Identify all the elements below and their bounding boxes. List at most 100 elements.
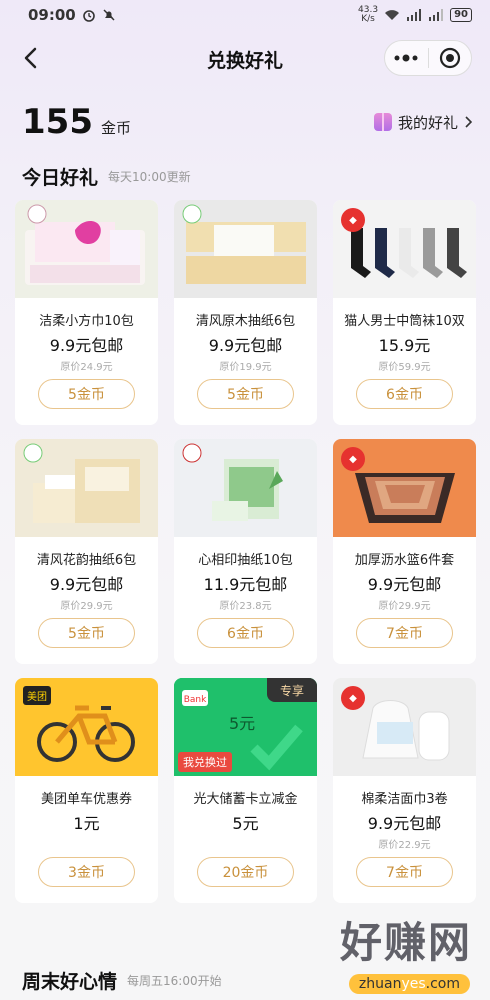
weekend-title: 周末好心情 xyxy=(22,970,118,993)
product-image: ◆ xyxy=(333,200,476,298)
tissue-pack-image xyxy=(182,204,306,284)
redeem-button[interactable]: 6金币 xyxy=(197,618,294,648)
product-image: 美团 xyxy=(15,678,158,776)
product-original-price: 原价29.9元 xyxy=(378,601,431,612)
miniprogram-capsule xyxy=(384,40,472,76)
tissue-pack-image xyxy=(25,204,145,285)
brand-logo-icon: ◆ xyxy=(341,686,365,710)
watermark-url-prefix: zhuan xyxy=(358,976,402,992)
product-original-price: 原价23.8元 xyxy=(219,601,272,612)
product-name: 猫人男士中筒袜10双 xyxy=(344,314,465,329)
redeem-button[interactable]: 5金币 xyxy=(38,379,135,409)
product-image: ◆ xyxy=(333,678,476,776)
coin-count: 155 xyxy=(22,102,93,142)
product-price: 15.9元 xyxy=(378,336,431,355)
product-card[interactable]: 洁柔小方巾10包 9.9元包邮 原价24.9元 5金币 xyxy=(15,200,158,425)
product-card[interactable]: 清风花韵抽纸6包 9.9元包邮 原价29.9元 5金币 xyxy=(15,439,158,664)
product-card[interactable]: ◆ 棉柔洁面巾3卷 9.9元包邮 原价22.9元 7金币 xyxy=(333,678,476,903)
exclusive-badge: 专享 xyxy=(267,678,317,702)
product-grid: 洁柔小方巾10包 9.9元包邮 原价24.9元 5金币 清风原木抽纸6包 9.9… xyxy=(0,200,490,903)
watermark-url-suffix: .com xyxy=(425,976,460,992)
product-original-price xyxy=(15,836,158,850)
product-card[interactable]: ◆ 加厚沥水篮6件套 9.9元包邮 原价29.9元 7金币 xyxy=(333,439,476,664)
today-section-header: 今日好礼 每天10:00更新 xyxy=(0,156,490,196)
redeem-button[interactable]: 5金币 xyxy=(38,618,135,648)
coin-unit: 金币 xyxy=(100,119,131,137)
product-original-price xyxy=(174,836,317,850)
my-gifts-label: 我的好礼 xyxy=(397,113,458,132)
close-miniprogram-button[interactable] xyxy=(429,47,472,69)
battery-indicator: 90 xyxy=(450,8,472,22)
alarm-icon xyxy=(82,10,95,22)
redeem-button[interactable]: 3金币 xyxy=(38,857,135,887)
product-card[interactable]: 心相印抽纸10包 11.9元包邮 原价23.8元 6金币 xyxy=(174,439,317,664)
product-name: 加厚沥水篮6件套 xyxy=(354,553,455,568)
product-image xyxy=(174,200,317,298)
product-price: 9.9元包邮 xyxy=(49,336,124,355)
product-original-price: 原价24.9元 xyxy=(60,362,113,373)
tissue-pack-image xyxy=(23,443,140,523)
product-card[interactable]: ◆ 猫人男士中筒袜10双 15.9元 原价59.9元 6金币 xyxy=(333,200,476,425)
page-title: 兑换好礼 xyxy=(206,49,283,72)
more-dots-icon xyxy=(394,54,418,62)
chevron-right-icon xyxy=(465,116,472,128)
status-bar: 09:00 43.3 K/s 90 xyxy=(0,0,490,30)
svg-text:Bank: Bank xyxy=(184,695,207,705)
watermark-text: 好赚网 xyxy=(339,918,472,967)
product-image xyxy=(15,200,158,298)
my-gifts-link[interactable]: 我的好礼 xyxy=(373,112,472,133)
mute-icon xyxy=(103,9,115,21)
product-original-price: 原价29.9元 xyxy=(60,601,113,612)
signal-icon-2 xyxy=(429,9,444,21)
product-price: 11.9元包邮 xyxy=(203,575,288,594)
product-name: 清风花韵抽纸6包 xyxy=(36,553,137,568)
meituan-logo: 美团 xyxy=(23,686,51,705)
coins-row: 155 金币 我的好礼 xyxy=(0,88,490,156)
status-time: 09:00 xyxy=(28,6,76,24)
redeem-button[interactable]: 6金币 xyxy=(356,379,453,409)
brand-logo-icon: ◆ xyxy=(341,447,365,471)
product-price: 9.9元包邮 xyxy=(367,814,442,833)
product-image: ◆ xyxy=(333,439,476,537)
exchanged-badge: 我兑换过 xyxy=(178,752,232,772)
gift-icon xyxy=(373,113,392,131)
product-price: 9.9元包邮 xyxy=(367,575,442,594)
signal-icon xyxy=(407,9,422,21)
nav-bar: 兑换好礼 xyxy=(0,30,490,88)
product-price: 1元 xyxy=(73,814,100,833)
product-card[interactable]: Bank 5元 专享 我兑换过 光大储蓄卡立减金 5元 20金币 xyxy=(174,678,317,903)
card-amount: 5元 xyxy=(229,714,256,733)
product-original-price: 原价59.9元 xyxy=(378,362,431,373)
redeem-button[interactable]: 20金币 xyxy=(197,857,294,887)
product-name: 光大储蓄卡立减金 xyxy=(193,792,298,807)
wifi-icon xyxy=(385,10,400,20)
redeem-button[interactable]: 7金币 xyxy=(356,857,453,887)
weekend-subtitle: 每周五16:00开始 xyxy=(127,973,222,988)
chevron-left-icon xyxy=(24,47,37,69)
product-name: 棉柔洁面巾3卷 xyxy=(361,792,448,807)
product-name: 洁柔小方巾10包 xyxy=(39,314,134,329)
status-left: 09:00 xyxy=(28,6,116,24)
product-price: 5元 xyxy=(232,814,259,833)
target-icon xyxy=(439,47,460,69)
redeem-button[interactable]: 7金币 xyxy=(356,618,453,648)
back-button[interactable] xyxy=(18,46,42,70)
product-card[interactable]: 清风原木抽纸6包 9.9元包邮 原价19.9元 5金币 xyxy=(174,200,317,425)
watermark-url: zhuanyes.com xyxy=(348,974,470,994)
product-image: Bank 5元 专享 我兑换过 xyxy=(174,678,317,776)
product-name: 清风原木抽纸6包 xyxy=(195,314,296,329)
product-price: 9.9元包邮 xyxy=(208,336,283,355)
brand-logo-icon: ◆ xyxy=(341,208,365,232)
network-speed: 43.3 K/s xyxy=(358,6,378,24)
coin-balance: 155 金币 xyxy=(22,102,131,142)
more-button[interactable] xyxy=(385,54,428,62)
tissue-pack-image xyxy=(182,443,283,521)
speed-unit: K/s xyxy=(361,14,375,24)
product-image xyxy=(15,439,158,537)
product-original-price: 原价22.9元 xyxy=(378,840,431,851)
redeem-button[interactable]: 5金币 xyxy=(197,379,294,409)
status-right: 43.3 K/s 90 xyxy=(358,6,472,24)
today-title: 今日好礼 xyxy=(22,166,99,189)
product-price: 9.9元包邮 xyxy=(49,575,124,594)
product-card[interactable]: 美团 美团单车优惠券 1元 3金币 xyxy=(15,678,158,903)
